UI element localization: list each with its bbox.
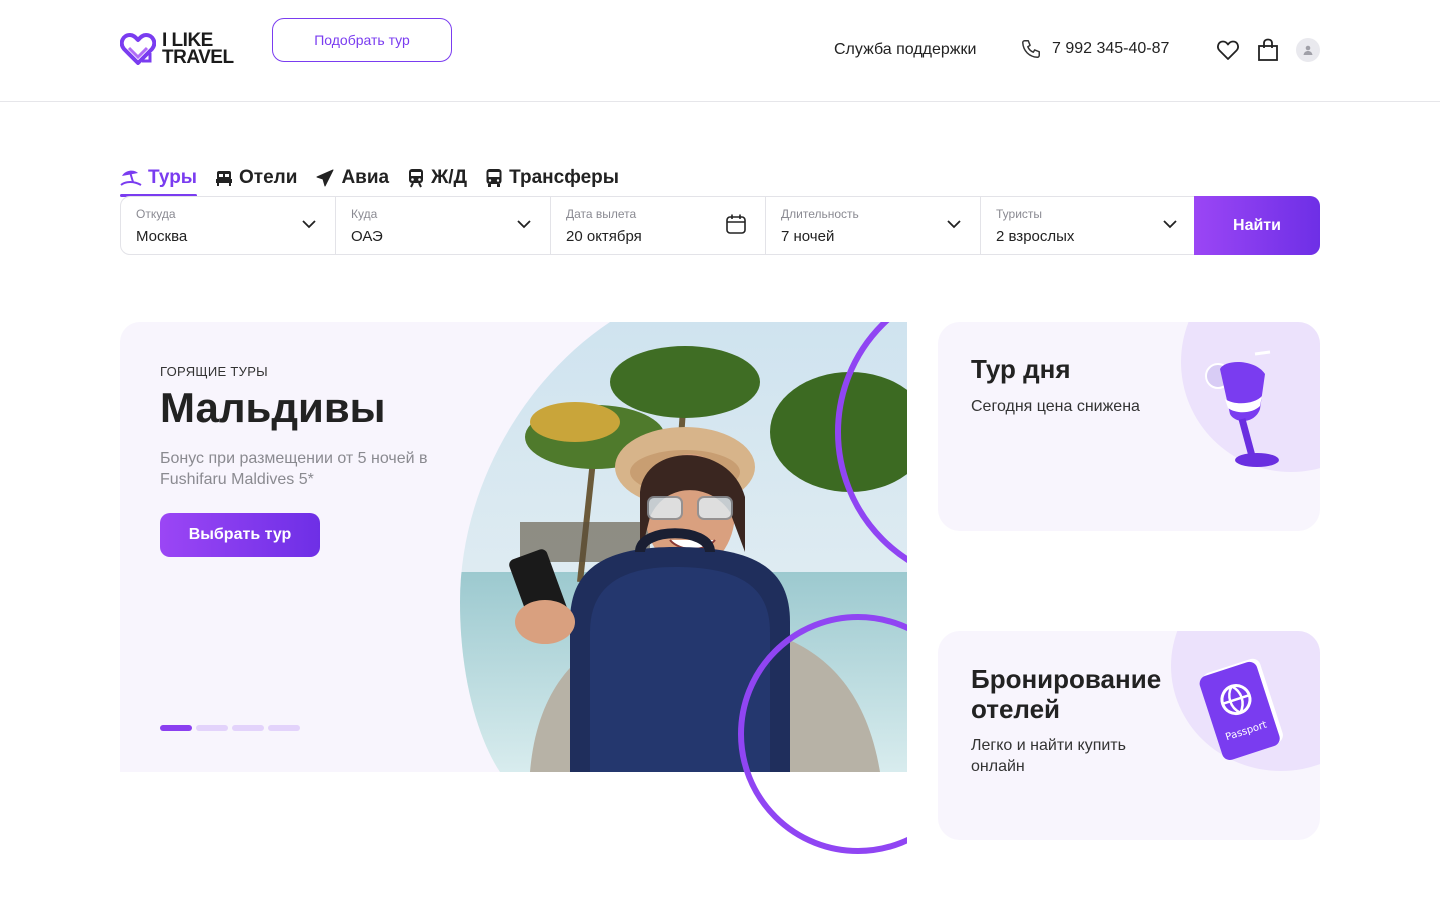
avatar[interactable] — [1296, 38, 1320, 62]
user-icon — [1303, 45, 1313, 55]
phone-number: 7 992 345-40-87 — [1052, 40, 1170, 57]
duration-field[interactable]: Длительность 7 ночей — [766, 197, 981, 254]
train-icon — [409, 169, 424, 188]
card-subtitle: Легко и найти купить онлайн — [971, 737, 1126, 775]
tab-rail[interactable]: Ж/Д — [407, 163, 467, 193]
phone-icon — [1022, 40, 1040, 58]
find-button[interactable]: Найти — [1194, 196, 1320, 255]
field-value: 2 взрослых — [996, 228, 1075, 245]
tour-of-day-card[interactable]: Тур дня Сегодня цена снижена — [938, 322, 1320, 531]
chevron-down-icon — [302, 220, 316, 229]
tab-tours[interactable]: Туры — [120, 163, 198, 197]
passport-icon: Passport — [1199, 658, 1283, 760]
card-title: Тур дня — [971, 354, 1071, 384]
field-value: Москва — [136, 228, 188, 245]
field-value: 20 октября — [566, 228, 642, 245]
tab-label: Авиа — [341, 167, 390, 188]
tab-hotels[interactable]: Отели — [215, 163, 297, 193]
pick-tour-button[interactable]: Подобрать тур — [272, 18, 452, 62]
favorites-button[interactable] — [1216, 38, 1240, 62]
from-field[interactable]: Откуда Москва — [121, 197, 336, 254]
search-tabs: Туры Отели Авиа Ж/Д Трансферы — [120, 163, 619, 197]
cart-button[interactable] — [1256, 38, 1280, 62]
tab-transfers[interactable]: Трансферы — [485, 163, 619, 193]
tab-avia[interactable]: Авиа — [315, 163, 389, 193]
bed-icon — [216, 171, 233, 186]
phone-link[interactable]: 7 992 345-40-87 — [1020, 38, 1169, 60]
chevron-down-icon — [517, 220, 531, 229]
chevron-down-icon — [947, 220, 961, 229]
tourists-field[interactable]: Туристы 2 взрослых — [981, 197, 1196, 254]
field-value: ОАЭ — [351, 228, 383, 245]
tab-label: Туры — [148, 167, 198, 188]
departure-date-field[interactable]: Дата вылета 20 октября — [551, 197, 766, 254]
tab-label: Отели — [239, 167, 298, 188]
tab-label: Ж/Д — [431, 167, 468, 188]
site-header: I LIKE TRAVEL Подобрать тур Служба подде… — [0, 0, 1440, 102]
support-link[interactable]: Служба поддержки — [834, 41, 976, 59]
plane-icon — [316, 169, 334, 187]
logo-text: I LIKE TRAVEL — [162, 31, 234, 68]
search-form: Откуда Москва Куда ОАЭ Дата вылета 20 ок… — [120, 196, 1320, 255]
chevron-down-icon — [1163, 220, 1177, 229]
field-value: 7 ночей — [781, 228, 835, 245]
heart-logo-icon — [120, 33, 156, 65]
logo[interactable]: I LIKE TRAVEL — [120, 31, 234, 68]
field-label: Куда — [351, 207, 378, 221]
cocktail-icon — [1205, 350, 1279, 467]
heart-icon — [1217, 40, 1239, 60]
field-label: Длительность — [781, 207, 859, 221]
hotel-booking-card[interactable]: Бронирование отелей Легко и найти купить… — [938, 631, 1320, 840]
to-field[interactable]: Куда ОАЭ — [336, 197, 551, 254]
calendar-icon — [726, 214, 746, 234]
field-label: Откуда — [136, 207, 176, 221]
card-subtitle: Сегодня цена снижена — [971, 398, 1140, 415]
beach-icon — [120, 170, 142, 186]
card-title: Бронирование отелей — [971, 664, 1162, 724]
logo-line-2: TRAVEL — [162, 47, 234, 68]
bag-icon — [1258, 38, 1278, 61]
bus-icon — [486, 169, 502, 187]
tab-label: Трансферы — [509, 167, 619, 188]
field-label: Дата вылета — [566, 207, 637, 221]
field-label: Туристы — [996, 207, 1043, 221]
